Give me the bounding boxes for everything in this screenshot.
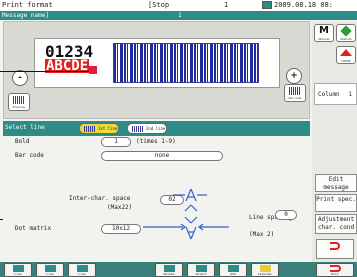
bottom-caption: Line xyxy=(78,272,86,276)
column-value: 1 xyxy=(348,91,352,98)
message-name-label: Message name] xyxy=(2,12,49,19)
bottom-caption: Delete xyxy=(163,272,175,276)
line-add-icon xyxy=(77,265,88,272)
insert-char-button[interactable]: Insert xyxy=(187,263,215,277)
callout-marker-top xyxy=(89,66,97,74)
bar-code-field[interactable]: none xyxy=(101,151,223,161)
message-name-bar: Message name] 1 xyxy=(0,11,357,20)
line-icon xyxy=(84,126,96,132)
add-char-button[interactable]: Add xyxy=(219,263,247,277)
bottom-caption: Insert xyxy=(195,272,207,276)
home-caption: HOME xyxy=(341,59,351,63)
exit-caption: Exit xyxy=(331,272,339,276)
right-panel: M Manual StartUp HOME Column 1 Edit mess… xyxy=(312,21,357,262)
screen-title: Print format xyxy=(2,1,53,9)
bottom-caption: Line xyxy=(14,272,22,276)
return-icon xyxy=(330,265,341,272)
startup-caption: StartUp xyxy=(340,37,352,41)
manual-button[interactable]: M Manual xyxy=(314,24,334,42)
minus-button[interactable]: - xyxy=(12,70,28,86)
preview-barcode xyxy=(113,43,259,83)
column-label: Column xyxy=(318,91,340,98)
calendar-icon xyxy=(260,265,271,272)
line-2-label: 2nd line xyxy=(146,126,166,131)
print-format-screen: Print format [Stop 1 2009.08.18 08: Mess… xyxy=(0,0,357,277)
line-button-3[interactable]: Line xyxy=(68,263,96,277)
print-spec-button[interactable]: Print spec. xyxy=(315,194,357,212)
line-spacing-field[interactable]: 0 xyxy=(275,210,297,220)
printer-icon xyxy=(262,1,272,9)
preview-left-button[interactable]: Preview xyxy=(8,93,30,111)
bottom-caption: Add xyxy=(230,272,236,276)
line-button-1[interactable]: Line xyxy=(4,263,32,277)
status-counter: 1 xyxy=(224,1,229,9)
status-bar: Print format [Stop 1 2009.08.18 08: xyxy=(0,0,357,11)
barcode-icon xyxy=(289,87,301,95)
line-button-2[interactable]: Line xyxy=(36,263,64,277)
message-name-value: 1 xyxy=(178,12,182,19)
startup-button[interactable]: StartUp xyxy=(336,24,356,42)
diamond-icon xyxy=(340,25,352,37)
line-add-icon xyxy=(45,265,56,272)
line-icon xyxy=(132,126,144,132)
barcode-view-caption: Barcode xyxy=(288,96,302,100)
bottom-toolbar: Line Line Line Delete Insert Add Calenda… xyxy=(0,262,357,277)
home-button[interactable]: HOME xyxy=(336,46,356,64)
bottom-caption: Calendar xyxy=(257,272,273,276)
add-icon xyxy=(228,265,239,272)
callout-line-top xyxy=(0,71,90,72)
adjustment-button[interactable]: Adjustment char. cond xyxy=(315,214,357,234)
exit-bottom-button[interactable]: Exit xyxy=(316,263,354,277)
delete-char-button[interactable]: Delete xyxy=(155,263,183,277)
bold-label: Bold xyxy=(15,138,30,145)
print-preview-area: - + Preview Barcode 01234 ABCDE xyxy=(3,21,310,119)
preview-left-caption: Preview xyxy=(12,105,26,109)
select-line-label: Select line xyxy=(5,124,45,131)
edit-message-button[interactable]: Edit message xyxy=(315,174,357,192)
inter-char-label: Inter-char. space xyxy=(69,195,131,202)
date-time: 2009.08.18 08: xyxy=(274,1,334,9)
bold-value-field[interactable]: 1 xyxy=(101,137,131,147)
manual-caption: Manual xyxy=(318,37,330,41)
settings-area: Select line 1st line 2nd line Bold 1 (ti… xyxy=(3,121,310,261)
barcode-icon xyxy=(13,96,25,104)
insert-icon xyxy=(196,265,207,272)
calendar-button[interactable]: Calendar xyxy=(251,263,279,277)
bar-code-label: Bar code xyxy=(15,152,44,159)
line-add-icon xyxy=(13,265,24,272)
inter-char-max: (Max22) xyxy=(107,204,133,211)
line-1-button[interactable]: 1st line xyxy=(79,123,119,134)
select-line-bar: Select line 1st line 2nd line xyxy=(3,121,310,136)
column-display: Column 1 xyxy=(314,83,357,105)
dot-matrix-field[interactable]: 10x12 xyxy=(101,224,141,234)
home-icon xyxy=(340,49,352,56)
bold-range: (times 1-9) xyxy=(136,138,176,145)
return-icon xyxy=(330,242,340,250)
line-1-label: 1st line xyxy=(98,126,118,131)
dot-matrix-label: Dot matrix xyxy=(15,225,52,232)
line-2-button[interactable]: 2nd line xyxy=(127,123,167,134)
exit-button[interactable] xyxy=(316,239,354,259)
plus-button[interactable]: + xyxy=(286,68,302,84)
spacing-diagram xyxy=(143,188,229,240)
operation-state: [Stop xyxy=(148,1,170,9)
preview-numeric-text: 01234 xyxy=(45,42,94,61)
barcode-view-button[interactable]: Barcode xyxy=(284,84,306,102)
manual-icon: M xyxy=(319,25,329,36)
delete-icon xyxy=(164,265,175,272)
bottom-caption: Line xyxy=(46,272,54,276)
preview-canvas: 01234 ABCDE xyxy=(34,38,280,88)
